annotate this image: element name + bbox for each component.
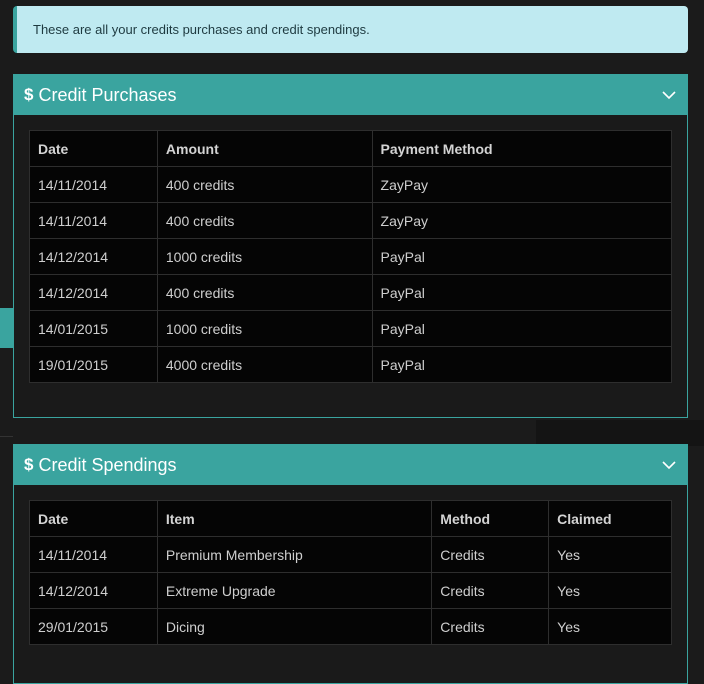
cell-date: 14/12/2014 [29,274,158,311]
column-header-method: Method [431,500,550,537]
column-header-amount: Amount [156,130,373,167]
credit-spendings-table: Date Item Method Claimed 14/11/2014 Prem… [29,500,672,645]
cell-date: 14/12/2014 [29,238,158,275]
credit-purchases-header[interactable]: $ Credit Purchases [14,75,687,115]
cell-date: 19/01/2015 [29,346,158,383]
table-row: 14/11/2014 Premium Membership Credits Ye… [29,536,672,573]
column-header-item: Item [156,500,433,537]
cell-payment-method: PayPal [371,238,673,275]
credit-spendings-panel: $ Credit Spendings Date Item Method Clai… [13,444,688,684]
cell-method: Credits [431,608,550,645]
credit-spendings-title-text: Credit Spendings [38,454,177,475]
cell-item: Dicing [156,608,433,645]
cell-claimed: Yes [548,608,672,645]
table-row: 29/01/2015 Dicing Credits Yes [29,608,672,645]
table-row: 14/01/2015 1000 credits PayPal [29,310,673,347]
cell-amount: 400 credits [156,202,373,239]
table-header-row: Date Amount Payment Method [29,130,673,167]
cell-payment-method: ZayPay [371,166,673,203]
cell-payment-method: ZayPay [371,202,673,239]
cell-amount: 400 credits [156,166,373,203]
cell-amount: 400 credits [156,274,373,311]
table-row: 14/11/2014 400 credits ZayPay [29,166,673,203]
info-alert-text: These are all your credits purchases and… [33,22,370,37]
column-header-claimed: Claimed [548,500,672,537]
cell-date: 14/01/2015 [29,310,158,347]
cell-date: 14/12/2014 [29,572,158,609]
table-row: 19/01/2015 4000 credits PayPal [29,346,673,383]
cell-claimed: Yes [548,572,672,609]
cell-amount: 4000 credits [156,346,373,383]
cell-payment-method: PayPal [371,346,673,383]
cell-payment-method: PayPal [371,274,673,311]
credit-purchases-title-text: Credit Purchases [38,84,177,105]
cell-method: Credits [431,572,550,609]
cell-amount: 1000 credits [156,238,373,275]
table-row: 14/12/2014 1000 credits PayPal [29,238,673,275]
cell-date: 14/11/2014 [29,166,158,203]
cell-amount: 1000 credits [156,310,373,347]
background-column [536,420,704,446]
credit-purchases-panel: $ Credit Purchases Date Amount Payment M… [13,74,688,418]
dollar-icon: $ [24,455,34,474]
cell-claimed: Yes [548,536,672,573]
credit-purchases-title: $ Credit Purchases [24,85,177,106]
cell-method: Credits [431,536,550,573]
cell-date: 14/11/2014 [29,202,158,239]
cell-item: Extreme Upgrade [156,572,433,609]
column-header-date: Date [29,500,158,537]
credit-spendings-title: $ Credit Spendings [24,455,177,476]
table-row: 14/12/2014 400 credits PayPal [29,274,673,311]
table-row: 14/12/2014 Extreme Upgrade Credits Yes [29,572,672,609]
column-header-payment-method: Payment Method [371,130,673,167]
dollar-icon: $ [24,85,34,104]
chevron-down-icon[interactable] [661,87,677,103]
cell-item: Premium Membership [156,536,433,573]
table-header-row: Date Item Method Claimed [29,500,672,537]
credit-purchases-table: Date Amount Payment Method 14/11/2014 40… [29,130,673,383]
cell-date: 29/01/2015 [29,608,158,645]
sidebar-edge-tab [0,308,13,348]
column-header-date: Date [29,130,158,167]
credit-spendings-header[interactable]: $ Credit Spendings [14,445,687,485]
table-row: 14/11/2014 400 credits ZayPay [29,202,673,239]
cell-date: 14/11/2014 [29,536,158,573]
info-alert: These are all your credits purchases and… [13,6,688,53]
chevron-down-icon[interactable] [661,457,677,473]
sidebar-edge-divider [0,436,13,437]
cell-payment-method: PayPal [371,310,673,347]
